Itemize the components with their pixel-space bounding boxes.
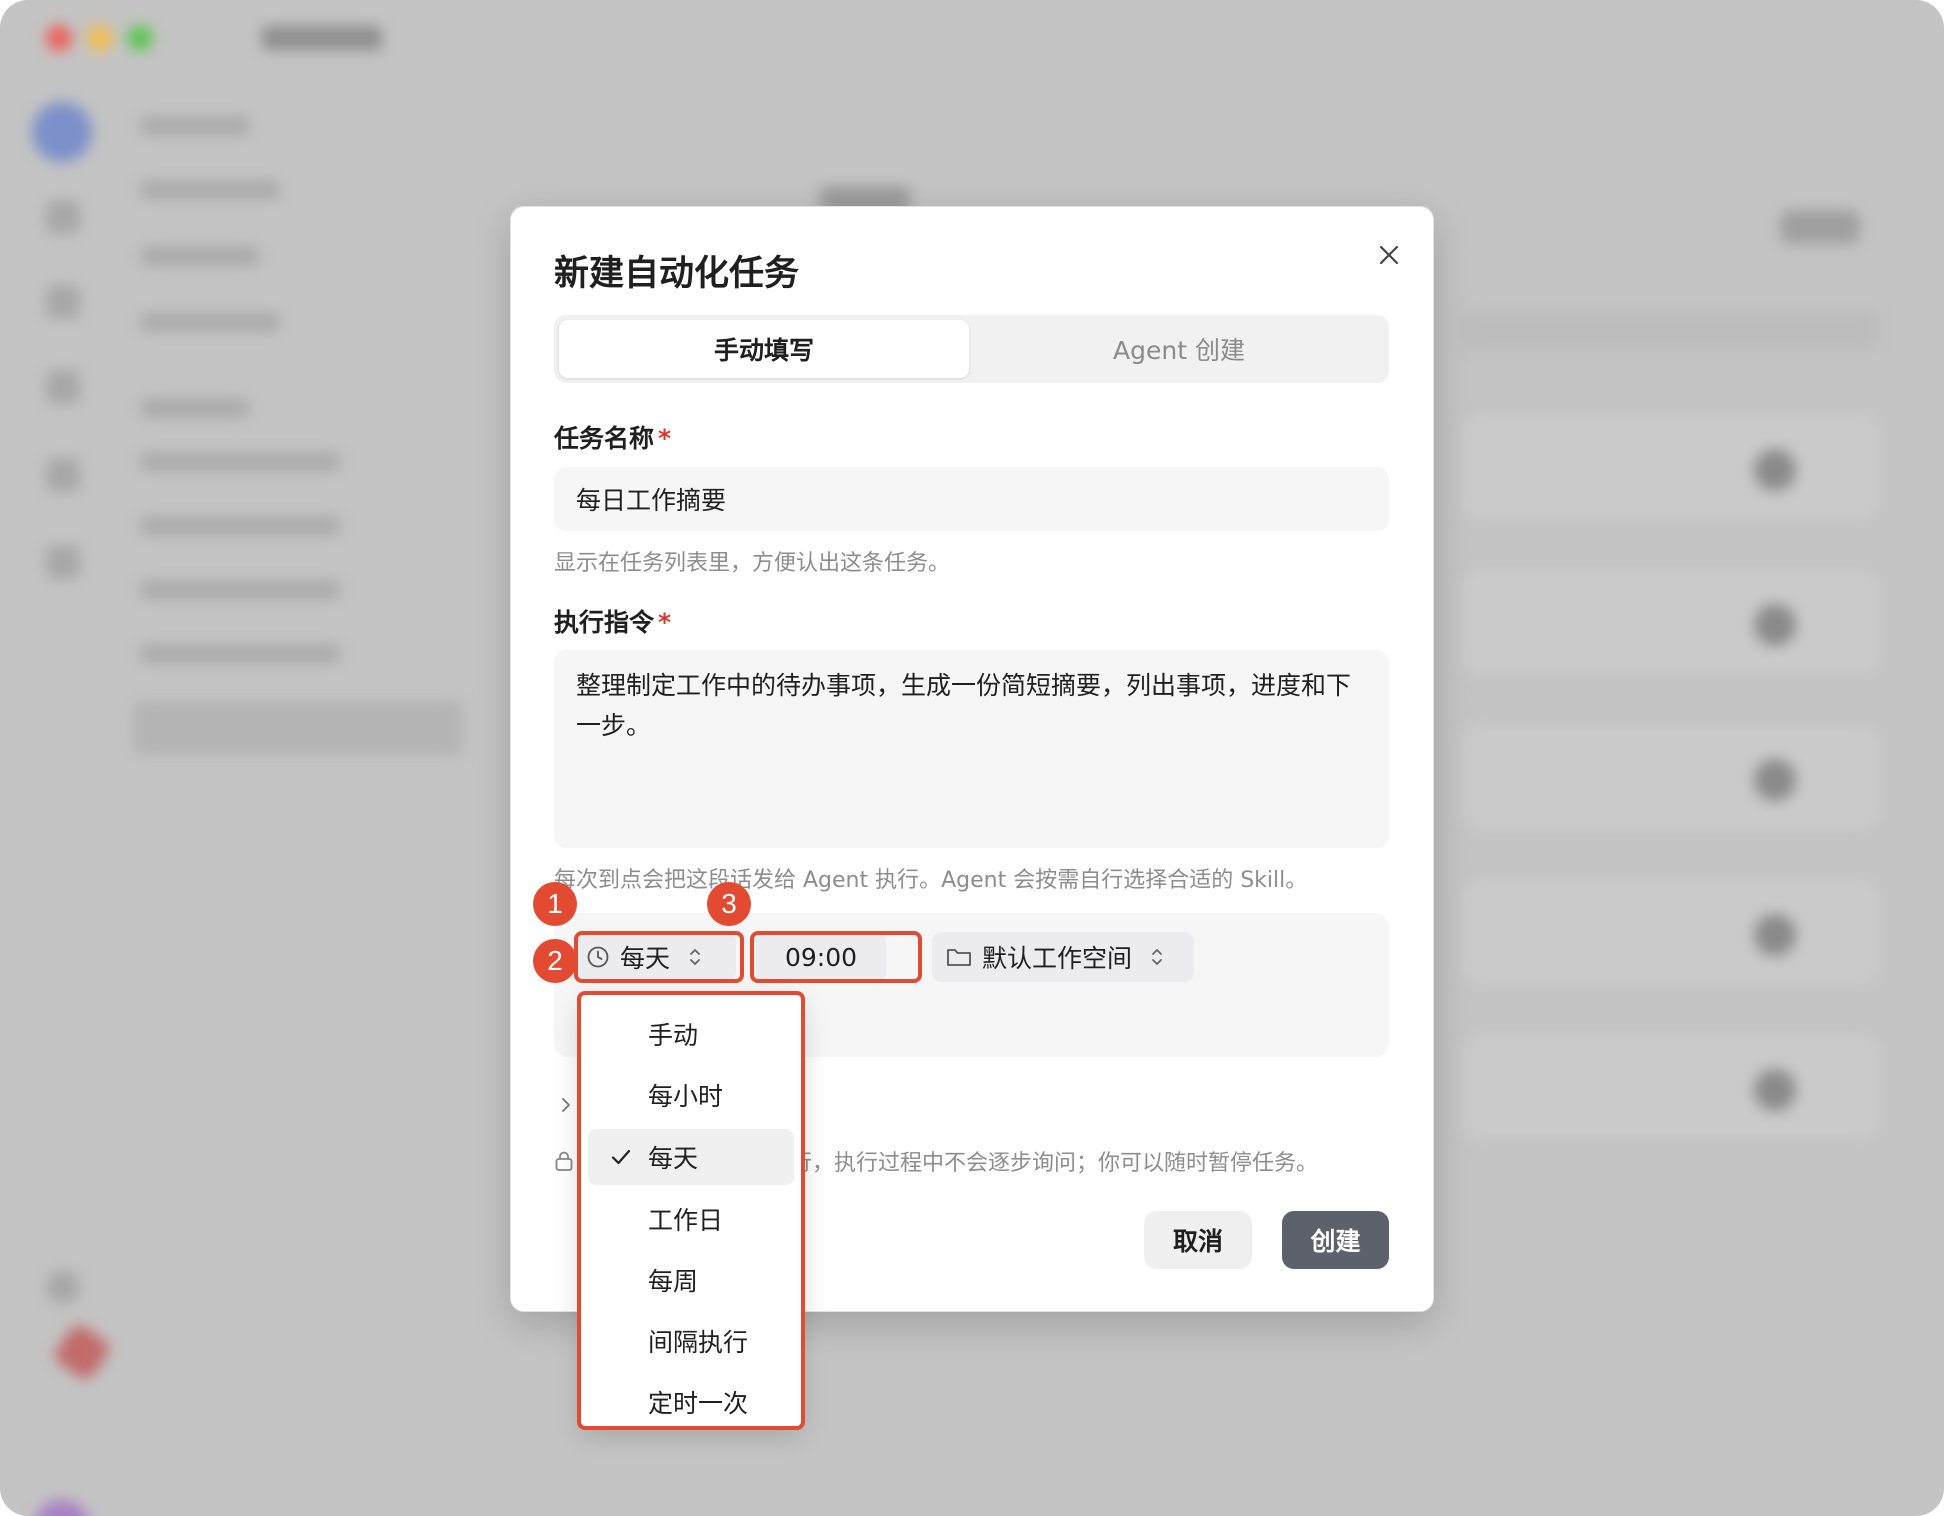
task-name-label: 任务名称 * xyxy=(554,424,672,453)
sidebar-item[interactable] xyxy=(140,516,340,536)
window-title-placeholder xyxy=(262,26,382,50)
sidebar-item[interactable] xyxy=(140,116,250,136)
task-row[interactable] xyxy=(1460,1035,1880,1139)
required-mark: * xyxy=(658,424,672,453)
annotation-badge-1: 1 xyxy=(533,882,577,926)
task-row[interactable] xyxy=(1460,415,1880,519)
sidebar-item-active[interactable] xyxy=(133,700,463,756)
task-toggle[interactable] xyxy=(1754,604,1796,646)
sidebar-section xyxy=(140,398,250,418)
dialog-title: 新建自动化任务 xyxy=(554,254,800,294)
frequency-option[interactable]: 每小时 xyxy=(588,1067,794,1123)
sidebar-item[interactable] xyxy=(140,312,280,332)
instruction-hint: 每次到点会把这段话发给 Agent 执行。Agent 会按需自行选择合适的 Sk… xyxy=(554,868,1308,893)
chevron-up-down-icon xyxy=(690,949,700,965)
task-row[interactable] xyxy=(1460,725,1880,829)
task-toggle[interactable] xyxy=(1754,449,1796,491)
close-icon xyxy=(1379,245,1399,265)
sidebar-item[interactable] xyxy=(140,180,280,200)
rail-user-avatar[interactable] xyxy=(34,1500,90,1516)
frequency-option-selected[interactable]: 每天 xyxy=(588,1129,794,1185)
instruction-textarea[interactable]: 整理制定工作中的待办事项，生成一份简短摘要，列出事项，进度和下一步。 xyxy=(554,650,1389,848)
rail-nav-icon[interactable] xyxy=(46,545,80,579)
permission-note-text: 行，执行过程中不会逐步询问；你可以随时暂停任务。 xyxy=(790,1151,1319,1176)
window-minimize-control[interactable] xyxy=(87,25,113,51)
task-row[interactable] xyxy=(1460,880,1880,984)
frequency-option[interactable]: 间隔执行 xyxy=(588,1313,794,1369)
main-action-button[interactable] xyxy=(1780,210,1860,244)
sidebar-item[interactable] xyxy=(140,580,340,600)
task-name-hint: 显示在任务列表里，方便认出这条任务。 xyxy=(554,551,951,576)
frequency-value: 每天 xyxy=(620,944,671,973)
sidebar xyxy=(125,80,505,1516)
annotation-badge-2: 2 xyxy=(533,939,577,983)
create-button[interactable]: 创建 xyxy=(1282,1211,1389,1269)
tab-manual-entry[interactable]: 手动填写 xyxy=(559,320,969,378)
time-value: 09:00 xyxy=(784,942,858,972)
window-zoom-control[interactable] xyxy=(127,25,153,51)
icon-rail xyxy=(0,80,125,1516)
chevron-up-down-icon xyxy=(1152,949,1162,965)
frequency-option[interactable]: 定时一次 xyxy=(588,1374,794,1430)
chevron-right-icon xyxy=(562,1098,570,1112)
sidebar-item[interactable] xyxy=(140,644,340,664)
close-button[interactable] xyxy=(1373,239,1405,271)
workspace-select[interactable]: 默认工作空间 xyxy=(932,932,1194,982)
tab-agent-create[interactable]: Agent 创建 xyxy=(974,320,1384,378)
sidebar-item[interactable] xyxy=(140,452,340,472)
sidebar-item[interactable] xyxy=(140,246,260,266)
time-input[interactable]: 09:00 xyxy=(756,932,886,982)
task-toggle[interactable] xyxy=(1754,1069,1796,1111)
instruction-label: 执行指令 * xyxy=(554,608,672,637)
window-close-control[interactable] xyxy=(46,25,72,51)
required-mark: * xyxy=(658,608,672,637)
task-row[interactable] xyxy=(1460,570,1880,674)
rail-nav-icon[interactable] xyxy=(46,370,80,404)
mode-tabs: 手动填写 Agent 创建 xyxy=(554,315,1389,383)
rail-avatar[interactable] xyxy=(32,102,92,162)
task-toggle[interactable] xyxy=(1754,759,1796,801)
frequency-select[interactable]: 每天 xyxy=(574,932,736,982)
workspace-value: 默认工作空间 xyxy=(982,944,1133,973)
frequency-option[interactable]: 每周 xyxy=(588,1252,794,1308)
task-toggle[interactable] xyxy=(1754,914,1796,956)
cancel-button[interactable]: 取消 xyxy=(1144,1211,1252,1269)
rail-nav-icon[interactable] xyxy=(46,200,80,234)
rail-nav-icon[interactable] xyxy=(46,458,80,492)
annotation-badge-3: 3 xyxy=(707,882,751,926)
task-name-value: 每日工作摘要 xyxy=(576,486,727,515)
folder-icon xyxy=(947,949,971,966)
main-search-placeholder[interactable] xyxy=(1460,310,1880,350)
frequency-option[interactable]: 手动 xyxy=(588,1006,794,1062)
frequency-dropdown: 手动 每小时 每天 工作日 每周 间隔执行 定时一次 xyxy=(580,994,802,1428)
rail-pin-icon[interactable] xyxy=(51,1321,113,1383)
task-name-input[interactable]: 每日工作摘要 xyxy=(554,467,1389,531)
rail-help-icon[interactable] xyxy=(46,1270,80,1304)
rail-nav-icon[interactable] xyxy=(46,285,80,319)
advanced-toggle[interactable] xyxy=(554,1093,578,1117)
frequency-option[interactable]: 工作日 xyxy=(588,1191,794,1247)
lock-icon xyxy=(555,1151,573,1171)
checkmark-icon xyxy=(610,1145,632,1174)
clock-icon xyxy=(587,946,609,968)
